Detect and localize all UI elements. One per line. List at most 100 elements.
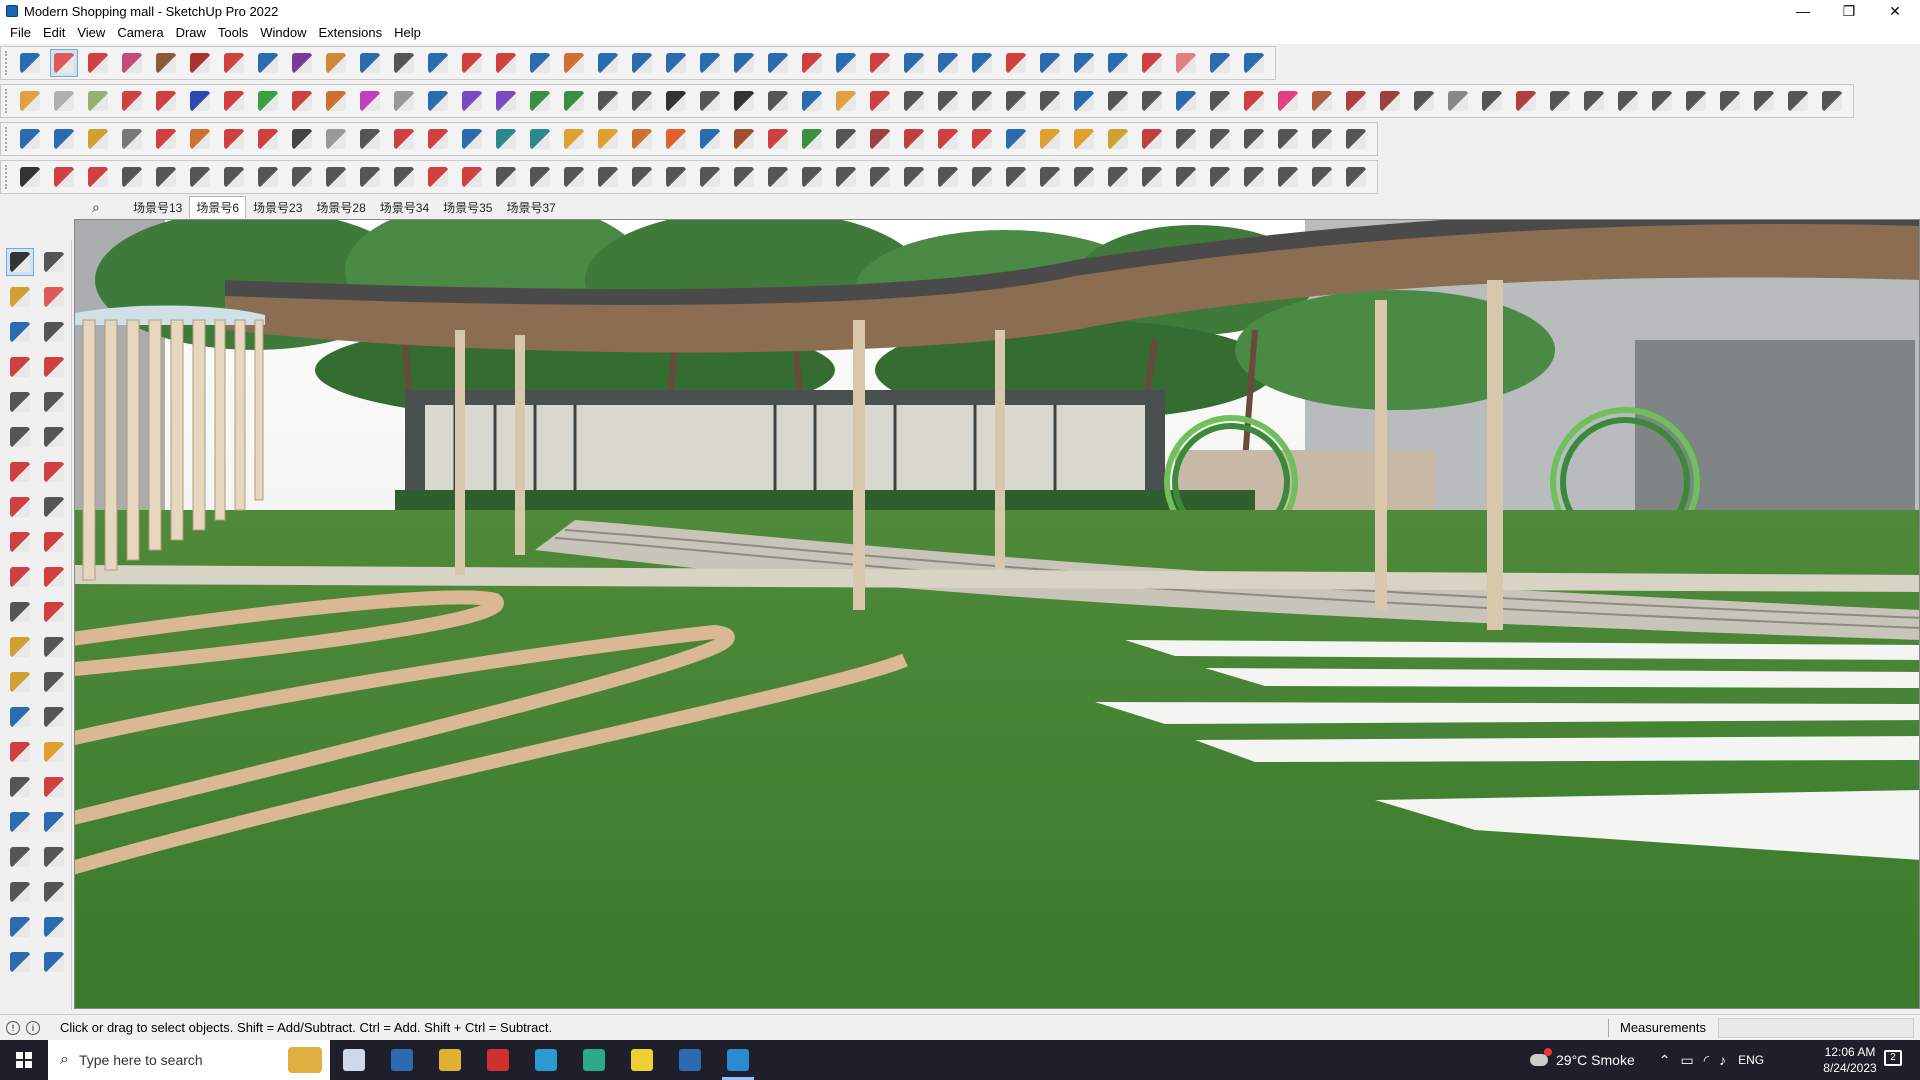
palette-tool-button[interactable]	[40, 703, 68, 731]
weather-icon[interactable]	[1530, 1048, 1552, 1066]
start-button[interactable]	[0, 1040, 48, 1080]
toolbar-tool-button[interactable]	[1036, 87, 1064, 115]
toolbar-tool-button[interactable]	[152, 49, 180, 77]
volume-icon[interactable]: ♪	[1719, 1052, 1726, 1068]
menu-extensions[interactable]: Extensions	[313, 22, 389, 44]
toolbar-tool-button[interactable]	[662, 87, 690, 115]
toolbar-tool-button[interactable]	[662, 163, 690, 191]
toolbar-tool-button[interactable]	[492, 87, 520, 115]
toolbar-tool-button[interactable]	[1172, 163, 1200, 191]
toolbar-tool-button[interactable]	[1104, 125, 1132, 153]
toolbar-tool-button[interactable]	[934, 163, 962, 191]
toolbar-tool-button[interactable]	[1002, 163, 1030, 191]
palette-tool-button[interactable]	[40, 913, 68, 941]
toolbar-tool-button[interactable]	[628, 163, 656, 191]
palette-tool-button[interactable]	[6, 353, 34, 381]
palette-tool-button[interactable]	[40, 318, 68, 346]
toolbar-tool-button[interactable]	[186, 87, 214, 115]
toolbar-tool-button[interactable]	[934, 125, 962, 153]
palette-tool-button[interactable]	[6, 248, 34, 276]
toolbar-tool-button[interactable]	[424, 125, 452, 153]
toolbar-tool-button[interactable]	[1682, 87, 1710, 115]
menu-draw[interactable]: Draw	[170, 22, 212, 44]
toolbar-tool-button[interactable]	[1206, 125, 1234, 153]
geo-location-icon[interactable]: !	[6, 1020, 20, 1035]
palette-tool-button[interactable]	[6, 738, 34, 766]
palette-tool-button[interactable]	[40, 738, 68, 766]
toolbar-tool-button[interactable]	[1002, 125, 1030, 153]
meet-now-icon[interactable]: ▭	[1680, 1052, 1693, 1069]
toolbar-tool-button[interactable]	[220, 49, 248, 77]
palette-tool-button[interactable]	[40, 563, 68, 591]
toolbar-tool-button[interactable]	[594, 163, 622, 191]
toolbar-tool-button[interactable]	[764, 87, 792, 115]
toolbar-tool-button[interactable]	[1376, 87, 1404, 115]
toolbar-tool-button[interactable]	[1240, 49, 1268, 77]
toolbar-tool-button[interactable]	[356, 163, 384, 191]
toolbar-tool-button[interactable]	[1104, 163, 1132, 191]
scene-tab[interactable]: 场景号13	[126, 196, 189, 218]
toolbar-tool-button[interactable]	[594, 87, 622, 115]
toolbar-tool-button[interactable]	[1138, 125, 1166, 153]
measurements-input[interactable]	[1718, 1018, 1914, 1038]
palette-tool-button[interactable]	[40, 458, 68, 486]
search-scenes-icon[interactable]: ⌕	[92, 199, 100, 216]
toolbar-tool-button[interactable]	[356, 49, 384, 77]
toolbar-tool-button[interactable]	[16, 49, 44, 77]
toolbar-tool-button[interactable]	[16, 163, 44, 191]
toolbar-tool-button[interactable]	[696, 163, 724, 191]
toolbar-tool-button[interactable]	[1308, 125, 1336, 153]
toolbar-tool-button[interactable]	[798, 163, 826, 191]
toolbar-tool-button[interactable]	[1240, 125, 1268, 153]
palette-tool-button[interactable]	[6, 913, 34, 941]
toolbar-tool-button[interactable]	[832, 87, 860, 115]
palette-tool-button[interactable]	[40, 843, 68, 871]
toolbar-tool-button[interactable]	[1342, 87, 1370, 115]
toolbar-tool-button[interactable]	[458, 87, 486, 115]
toolbar-tool-button[interactable]	[1274, 87, 1302, 115]
palette-tool-button[interactable]	[40, 528, 68, 556]
toolbar-tool-button[interactable]	[1070, 49, 1098, 77]
toolbar-tool-button[interactable]	[628, 87, 656, 115]
palette-tool-button[interactable]	[6, 458, 34, 486]
toolbar-tool-button[interactable]	[152, 87, 180, 115]
toolbar-tool-button[interactable]	[628, 49, 656, 77]
toolbar-tool-button[interactable]	[1410, 87, 1438, 115]
toolbar-tool-button[interactable]	[1240, 163, 1268, 191]
palette-tool-button[interactable]	[6, 843, 34, 871]
toolbar-tool-button[interactable]	[900, 163, 928, 191]
toolbar-tool-button[interactable]	[50, 49, 78, 77]
palette-tool-button[interactable]	[6, 563, 34, 591]
palette-tool-button[interactable]	[6, 283, 34, 311]
toolbar-tool-button[interactable]	[186, 49, 214, 77]
toolbar-tool-button[interactable]	[628, 125, 656, 153]
toolbar-tool-button[interactable]	[526, 163, 554, 191]
toolbar-tool-button[interactable]	[390, 49, 418, 77]
toolbar-tool-button[interactable]	[1308, 87, 1336, 115]
toolbar-tool-button[interactable]	[764, 49, 792, 77]
toolbar-tool-button[interactable]	[84, 87, 112, 115]
network-icon[interactable]: ◜	[1704, 1052, 1709, 1069]
chevron-up-icon[interactable]: ⌃	[1659, 1052, 1671, 1069]
notifications-icon[interactable]: 2	[1884, 1050, 1902, 1066]
palette-tool-button[interactable]	[40, 633, 68, 661]
toolbar-tool-button[interactable]	[560, 125, 588, 153]
toolbar-tool-button[interactable]	[84, 49, 112, 77]
toolbar-tool-button[interactable]	[832, 163, 860, 191]
toolbar-tool-button[interactable]	[866, 49, 894, 77]
toolbar-tool-button[interactable]	[900, 87, 928, 115]
toolbar-tool-button[interactable]	[1274, 125, 1302, 153]
taskbar-app-calculator[interactable]	[378, 1040, 426, 1080]
menu-window[interactable]: Window	[254, 22, 312, 44]
palette-tool-button[interactable]	[40, 878, 68, 906]
toolbar-tool-button[interactable]	[16, 125, 44, 153]
toolbar-tool-button[interactable]	[1002, 49, 1030, 77]
toolbar-tool-button[interactable]	[288, 87, 316, 115]
toolbar-tool-button[interactable]	[1138, 49, 1166, 77]
toolbar-tool-button[interactable]	[118, 87, 146, 115]
palette-tool-button[interactable]	[40, 773, 68, 801]
menu-file[interactable]: File	[4, 22, 37, 44]
toolbar-tool-button[interactable]	[50, 163, 78, 191]
toolbar-tool-button[interactable]	[560, 163, 588, 191]
toolbar-tool-button[interactable]	[220, 87, 248, 115]
